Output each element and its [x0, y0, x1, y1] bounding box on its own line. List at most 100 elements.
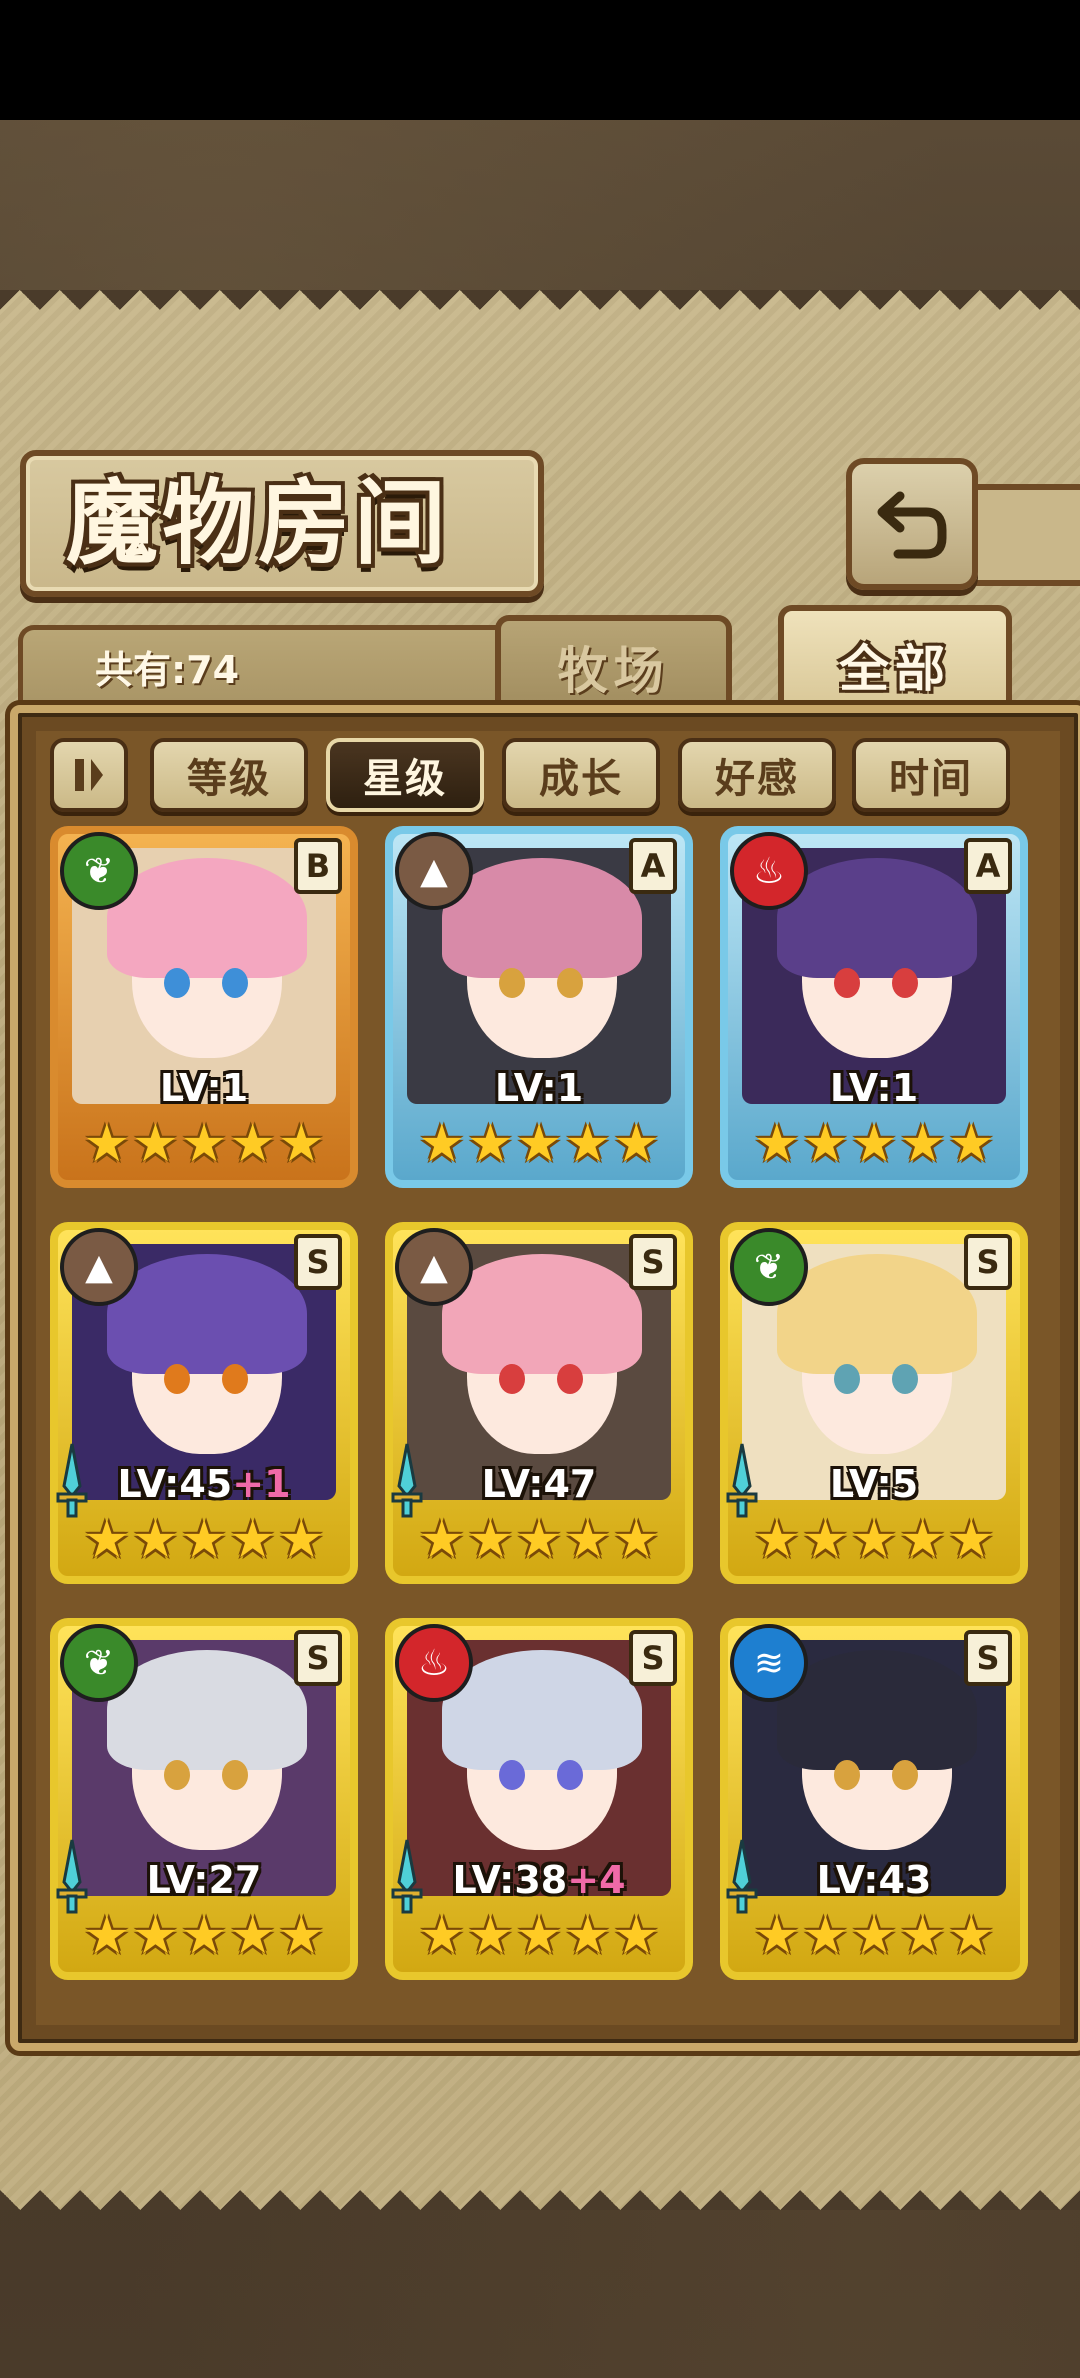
level-label: LV:38+4 [385, 1858, 693, 1902]
earth-icon: ▲ [60, 1228, 138, 1306]
rank-badge: S [964, 1630, 1012, 1686]
star-rating: ★ ★ ★ ★ ★ [83, 1906, 324, 1966]
star-icon: ★ [612, 1510, 660, 1570]
level-label: LV:1 [50, 1066, 358, 1110]
level-label: LV:27 [50, 1858, 358, 1902]
portrait-left-eye [499, 1364, 525, 1394]
monster-card[interactable]: ≋ S LV:43 ★ ★ ★ ★ ★ [720, 1618, 1028, 1980]
torn-edge-bottom [0, 2170, 1080, 2210]
level-label: LV:45+1 [50, 1462, 358, 1506]
level-bonus: +1 [232, 1462, 291, 1506]
star-icon: ★ [612, 1114, 660, 1174]
star-icon: ★ [418, 1114, 466, 1174]
star-icon: ★ [947, 1510, 995, 1570]
star-icon: ★ [753, 1510, 801, 1570]
portrait-right-eye [222, 1364, 248, 1394]
status-bar [0, 0, 1080, 120]
sort-affection-button[interactable]: 好感 [678, 738, 836, 812]
rank-badge: S [629, 1234, 677, 1290]
star-icon: ★ [564, 1906, 611, 1966]
rank-badge: B [294, 838, 342, 894]
monster-card[interactable]: ▲ A LV:1 ★ ★ ★ ★ ★ [385, 826, 693, 1188]
level-value: LV:1 [159, 1066, 249, 1110]
sort-growth-button[interactable]: 成长 [502, 738, 660, 812]
star-icon: ★ [564, 1510, 611, 1570]
rank-badge: A [964, 838, 1012, 894]
star-icon: ★ [83, 1510, 131, 1570]
rank-badge: S [964, 1234, 1012, 1290]
level-value: LV:27 [146, 1858, 262, 1902]
star-icon: ★ [277, 1114, 325, 1174]
sort-order-toggle-button[interactable] [50, 738, 128, 812]
star-icon: ★ [850, 1114, 898, 1174]
portrait-right-eye [557, 1760, 583, 1790]
pause-icon [75, 759, 103, 791]
star-icon: ★ [802, 1510, 849, 1570]
star-rating: ★ ★ ★ ★ ★ [753, 1510, 994, 1570]
monster-card[interactable]: ❦ B LV:1 ★ ★ ★ ★ ★ [50, 826, 358, 1188]
sort-time-button[interactable]: 时间 [852, 738, 1010, 812]
earth-icon: ▲ [395, 1228, 473, 1306]
sort-star-button[interactable]: 星级 [326, 738, 484, 812]
star-rating: ★ ★ ★ ★ ★ [418, 1114, 659, 1174]
star-icon: ★ [83, 1906, 131, 1966]
star-icon: ★ [802, 1114, 849, 1174]
portrait-right-eye [892, 1760, 918, 1790]
portrait-left-eye [164, 968, 190, 998]
star-icon: ★ [515, 1906, 563, 1966]
earth-icon: ▲ [395, 832, 473, 910]
star-icon: ★ [132, 1906, 179, 1966]
water-icon: ≋ [730, 1624, 808, 1702]
portrait-left-eye [834, 1364, 860, 1394]
portrait-left-eye [164, 1364, 190, 1394]
portrait-left-eye [834, 968, 860, 998]
monster-card[interactable]: ❦ S LV:27 ★ ★ ★ ★ ★ [50, 1618, 358, 1980]
star-icon: ★ [899, 1510, 946, 1570]
level-bonus: +4 [567, 1858, 626, 1902]
star-icon: ★ [515, 1114, 563, 1174]
star-icon: ★ [83, 1114, 131, 1174]
level-value: LV:47 [481, 1462, 597, 1506]
nature-icon: ❦ [60, 1624, 138, 1702]
tab-all[interactable]: 全部 [778, 605, 1012, 719]
tab-ranch[interactable]: 牧场 [495, 615, 732, 713]
monster-card[interactable]: ❦ S LV:5 ★ ★ ★ ★ ★ [720, 1222, 1028, 1584]
star-icon: ★ [180, 1114, 228, 1174]
level-value: LV:5 [829, 1462, 919, 1506]
star-icon: ★ [467, 1510, 514, 1570]
star-icon: ★ [277, 1510, 325, 1570]
rank-badge: A [629, 838, 677, 894]
star-icon: ★ [467, 1114, 514, 1174]
level-label: LV:1 [720, 1066, 1028, 1110]
star-icon: ★ [947, 1906, 995, 1966]
portrait-right-eye [222, 968, 248, 998]
sort-level-button[interactable]: 等级 [150, 738, 308, 812]
star-icon: ★ [229, 1906, 276, 1966]
back-button[interactable] [846, 458, 978, 590]
portrait-right-eye [892, 968, 918, 998]
nature-icon: ❦ [60, 832, 138, 910]
portrait-left-eye [499, 1760, 525, 1790]
portrait-right-eye [557, 1364, 583, 1394]
star-icon: ★ [180, 1906, 228, 1966]
star-rating: ★ ★ ★ ★ ★ [83, 1114, 324, 1174]
level-value: LV:1 [829, 1066, 919, 1110]
torn-edge-top [0, 290, 1080, 330]
star-icon: ★ [418, 1906, 466, 1966]
star-icon: ★ [418, 1510, 466, 1570]
star-rating: ★ ★ ★ ★ ★ [418, 1510, 659, 1570]
monster-card[interactable]: ♨ S LV:38+4 ★ ★ ★ ★ ★ [385, 1618, 693, 1980]
star-icon: ★ [132, 1114, 179, 1174]
level-label: LV:43 [720, 1858, 1028, 1902]
title-plaque: 魔物房间 [20, 450, 544, 597]
star-rating: ★ ★ ★ ★ ★ [753, 1114, 994, 1174]
monster-card[interactable]: ▲ S LV:47 ★ ★ ★ ★ ★ [385, 1222, 693, 1584]
monster-card[interactable]: ♨ A LV:1 ★ ★ ★ ★ ★ [720, 826, 1028, 1188]
level-label: LV:1 [385, 1066, 693, 1110]
star-icon: ★ [947, 1114, 995, 1174]
star-icon: ★ [229, 1114, 276, 1174]
back-arrow-icon [877, 491, 947, 559]
monster-card[interactable]: ▲ S LV:45+1 ★ ★ ★ ★ ★ [50, 1222, 358, 1584]
star-icon: ★ [753, 1114, 801, 1174]
star-icon: ★ [802, 1906, 849, 1966]
